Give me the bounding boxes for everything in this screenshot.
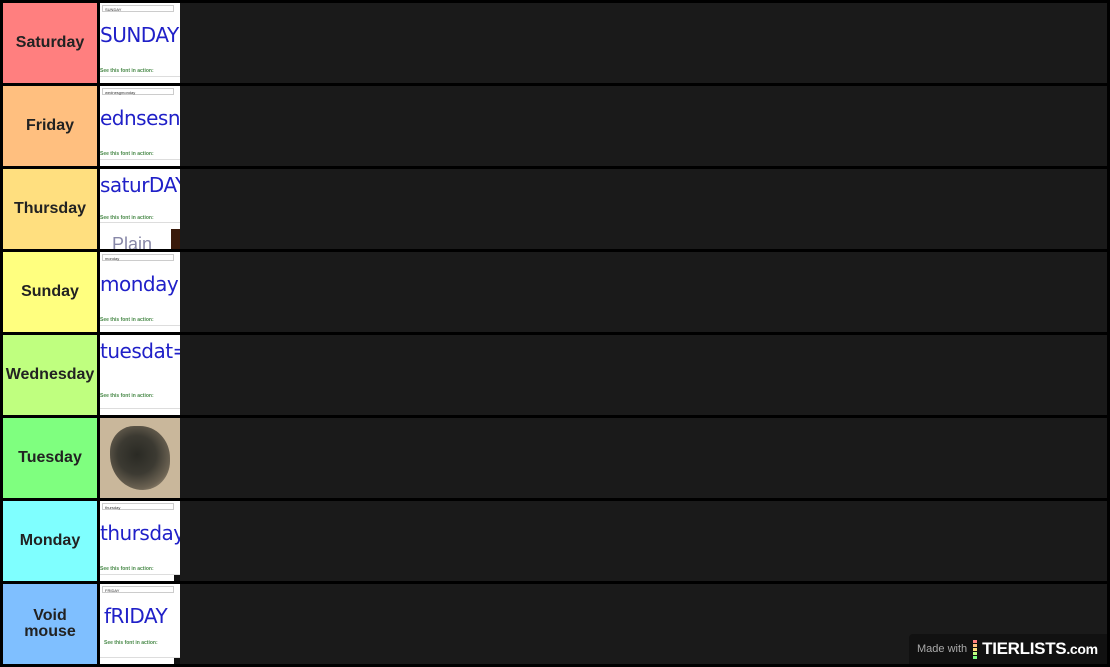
tier-row: Sunday monday monday See this font in actio… xyxy=(3,252,1107,332)
tier-row: Thursday saturDAY See this font in action:… xyxy=(3,169,1107,249)
tier-items[interactable]: monday monday See this font in action: xyxy=(100,252,1107,332)
tier-item-image[interactable]: saturDAY See this font in action: Plain xyxy=(100,169,180,249)
logo-bar xyxy=(973,655,978,659)
tier-item-image[interactable]: FRIDAY fRIDAY See this font in action: xyxy=(100,584,180,664)
watermark[interactable]: Made with TIERLISTS.com xyxy=(909,634,1107,664)
tier-row: Tuesday xyxy=(3,418,1107,498)
tier-items[interactable]: saturDAY See this font in action: Plain xyxy=(100,169,1107,249)
tierlists-logo-icon xyxy=(973,639,978,659)
divider xyxy=(100,159,180,160)
font-input-field: thursday xyxy=(102,503,174,510)
font-input-field: SUNDAY xyxy=(102,5,174,12)
logo-bar xyxy=(973,651,978,655)
tier-row: Wednesday tuesdat= See this font in action… xyxy=(3,335,1107,415)
tier-item-image[interactable]: tuesdat= See this font in action: xyxy=(100,335,180,415)
tier-row: Friday wednesgmonday ednsesne See this font… xyxy=(3,86,1107,166)
corner-mark xyxy=(174,658,180,664)
font-caption: See this font in action: xyxy=(100,151,154,157)
font-sample-text: saturDAY xyxy=(100,173,180,197)
font-sample-text: tuesdat= xyxy=(100,339,180,363)
font-caption: See this font in action: xyxy=(100,393,154,399)
font-caption: See this font in action: xyxy=(100,68,154,74)
tier-label[interactable]: Wednesday xyxy=(3,335,97,415)
font-input-field: wednesgmonday xyxy=(102,88,174,95)
font-sample-text: ednsesne xyxy=(100,106,180,130)
font-caption: See this font in action: xyxy=(100,317,154,323)
tier-items[interactable]: SUNDAY SUNDAY See this font in action: xyxy=(100,3,1107,83)
font-sample-text: fRIDAY xyxy=(104,604,168,628)
tier-item-image[interactable]: wednesgmonday ednsesne See this font in ac… xyxy=(100,86,180,166)
divider xyxy=(100,76,180,77)
font-caption: See this font in action: xyxy=(100,215,154,221)
tier-item-image[interactable] xyxy=(100,418,180,498)
font-sample-text: thursday xyxy=(100,521,180,545)
tier-item-image[interactable]: thursday thursday See this font in action: xyxy=(100,501,180,581)
logo-bar xyxy=(973,647,978,651)
tier-list: Saturday SUNDAY SUNDAY See this font in act… xyxy=(0,0,1110,667)
divider xyxy=(100,222,180,223)
divider xyxy=(100,574,180,575)
font-sample-text: SUNDAY xyxy=(100,23,179,47)
watermark-brand: TIERLISTS.com xyxy=(982,639,1098,659)
tier-item-image[interactable]: monday monday See this font in action: xyxy=(100,252,180,332)
brand-name: TIERLISTS xyxy=(982,639,1067,658)
creature-artwork xyxy=(110,426,170,490)
corner-mark xyxy=(174,575,180,581)
font-input-field: monday xyxy=(102,254,174,261)
tier-item-image[interactable]: SUNDAY SUNDAY See this font in action: xyxy=(100,3,180,83)
tier-items[interactable] xyxy=(100,418,1107,498)
divider xyxy=(100,408,180,409)
tier-label[interactable]: Saturday xyxy=(3,3,97,83)
font-input-field: FRIDAY xyxy=(102,586,174,593)
watermark-prefix: Made with xyxy=(917,643,968,655)
tier-items[interactable]: thursday thursday See this font in action: xyxy=(100,501,1107,581)
tier-label[interactable]: Monday xyxy=(3,501,97,581)
font-caption: See this font in action: xyxy=(100,566,154,572)
logo-bar xyxy=(973,639,978,643)
divider xyxy=(100,657,180,658)
font-caption: See this font in action: xyxy=(104,640,158,646)
brand-suffix: .com xyxy=(1066,641,1098,657)
tier-items[interactable]: wednesgmonday ednsesne See this font in ac… xyxy=(100,86,1107,166)
tier-label[interactable]: Void mouse xyxy=(3,584,97,664)
tier-items[interactable]: tuesdat= See this font in action: xyxy=(100,335,1107,415)
font-sample-text: monday xyxy=(100,272,179,296)
plain-text: Plain xyxy=(112,234,153,249)
divider xyxy=(100,325,180,326)
thumbnail xyxy=(171,229,180,249)
tier-label[interactable]: Sunday xyxy=(3,252,97,332)
logo-bar xyxy=(973,643,978,647)
tier-row: Saturday SUNDAY SUNDAY See this font in act… xyxy=(3,3,1107,83)
tier-label[interactable]: Tuesday xyxy=(3,418,97,498)
tier-label[interactable]: Thursday xyxy=(3,169,97,249)
tier-label[interactable]: Friday xyxy=(3,86,97,166)
tier-row: Monday thursday thursday See this font in a… xyxy=(3,501,1107,581)
